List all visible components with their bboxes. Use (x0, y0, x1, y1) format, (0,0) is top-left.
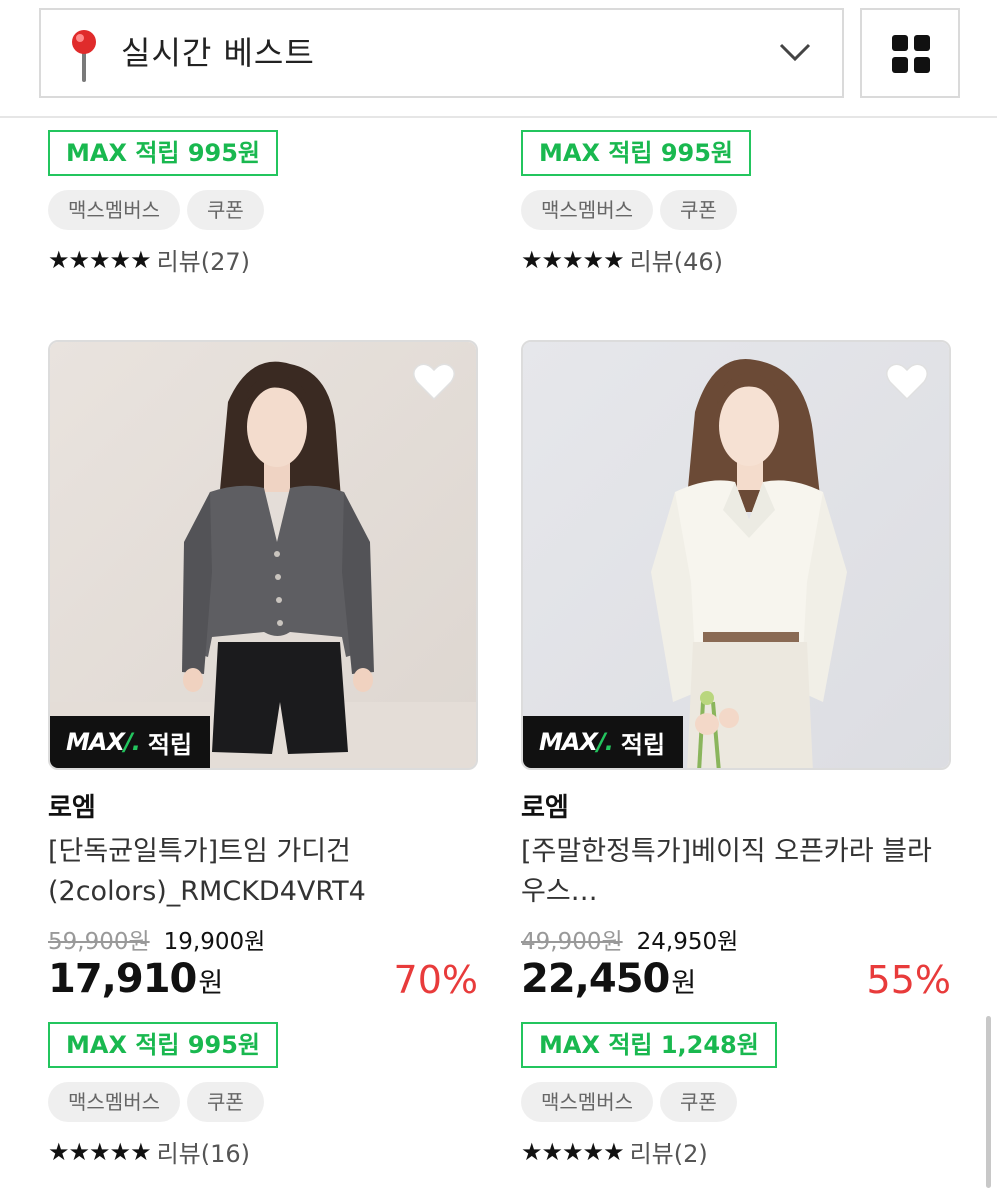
chip-coupon: 쿠폰 (187, 190, 264, 230)
star-rating-icon: ★★★★★ (521, 1137, 625, 1166)
benefit-chips: 맥스멤버스 쿠폰 (521, 1082, 951, 1122)
chip-max-members: 맥스멤버스 (521, 1082, 653, 1122)
price-row: 49,900원 24,950원 (521, 922, 951, 955)
product-card-partial-1[interactable]: MAX 적립 995원 맥스멤버스 쿠폰 ★★★★★ 리뷰(27) (48, 130, 478, 277)
brand-name[interactable]: 로엠 (48, 790, 478, 826)
final-price: 22,450원 (521, 956, 696, 1002)
price-row: 59,900원 19,900원 (48, 922, 478, 955)
max-tag-text: 적립 (620, 730, 666, 759)
brand-name[interactable]: 로엠 (521, 790, 951, 826)
final-price-row: 22,450원 55% (521, 956, 951, 1008)
original-price: 49,900원 (521, 929, 623, 955)
heart-icon[interactable] (412, 362, 456, 402)
benefit-chips: 맥스멤버스 쿠폰 (48, 190, 478, 230)
product-image[interactable]: MAX/. 적립 (48, 340, 478, 770)
top-bar: 실시간 베스트 (0, 0, 997, 118)
chip-coupon: 쿠폰 (660, 190, 737, 230)
chevron-down-icon (779, 43, 811, 62)
final-price: 17,910원 (48, 956, 223, 1002)
original-price: 59,900원 (48, 929, 150, 955)
max-points-tag: MAX/. 적립 (523, 716, 684, 768)
max-points-tag: MAX/. 적립 (50, 716, 211, 768)
discount-rate: 70% (393, 958, 478, 1002)
product-photo-blouse (523, 342, 949, 768)
chip-coupon: 쿠폰 (660, 1082, 737, 1122)
grid-view-button[interactable] (860, 8, 960, 98)
rating: ★★★★★ 리뷰(46) (521, 242, 951, 277)
star-rating-icon: ★★★★★ (48, 1137, 152, 1166)
rating: ★★★★★ 리뷰(27) (48, 242, 478, 277)
benefit-chips: 맥스멤버스 쿠폰 (521, 190, 951, 230)
max-points-badge: MAX 적립 995원 (521, 130, 752, 176)
max-logo: MAX/. (66, 728, 141, 756)
product-title[interactable]: [주말한정특가]베이직 오픈카라 블라우스… (521, 832, 951, 912)
chip-max-members: 맥스멤버스 (521, 190, 653, 230)
max-tag-text: 적립 (147, 730, 193, 759)
max-points-badge: MAX 적립 1,248원 (521, 1022, 777, 1068)
chip-coupon: 쿠폰 (187, 1082, 264, 1122)
chip-max-members: 맥스멤버스 (48, 190, 180, 230)
max-logo: MAX/. (539, 728, 614, 756)
category-dropdown[interactable]: 실시간 베스트 (39, 8, 844, 98)
grid-view-icon (892, 35, 930, 73)
product-card[interactable]: MAX/. 적립 로엠 [주말한정특가]베이직 오픈카라 블라우스… 49,90… (521, 340, 951, 1169)
heart-icon[interactable] (885, 362, 929, 402)
location-pin-icon (72, 30, 96, 82)
category-label: 실시간 베스트 (121, 34, 315, 72)
product-photo-cardigan (50, 342, 476, 768)
review-count: 리뷰(46) (629, 248, 724, 276)
sale-price: 24,950원 (636, 929, 739, 955)
max-points-badge: MAX 적립 995원 (48, 1022, 279, 1068)
product-card[interactable]: MAX/. 적립 로엠 [단독균일특가]트임 가디건(2colors)_RMCK… (48, 340, 478, 1169)
product-card-partial-2[interactable]: MAX 적립 995원 맥스멤버스 쿠폰 ★★★★★ 리뷰(46) (521, 130, 951, 277)
benefit-chips: 맥스멤버스 쿠폰 (48, 1082, 478, 1122)
max-points-badge: MAX 적립 995원 (48, 130, 279, 176)
scrollbar[interactable] (986, 1016, 991, 1188)
star-rating-icon: ★★★★★ (521, 245, 625, 274)
product-title[interactable]: [단독균일특가]트임 가디건(2colors)_RMCKD4VRT4 (48, 832, 478, 912)
sale-price: 19,900원 (163, 929, 266, 955)
rating: ★★★★★ 리뷰(16) (48, 1134, 478, 1169)
chip-max-members: 맥스멤버스 (48, 1082, 180, 1122)
product-image[interactable]: MAX/. 적립 (521, 340, 951, 770)
final-price-row: 17,910원 70% (48, 956, 478, 1008)
review-count: 리뷰(27) (156, 248, 251, 276)
rating: ★★★★★ 리뷰(2) (521, 1134, 951, 1169)
review-count: 리뷰(2) (629, 1140, 708, 1168)
discount-rate: 55% (866, 958, 951, 1002)
review-count: 리뷰(16) (156, 1140, 251, 1168)
star-rating-icon: ★★★★★ (48, 245, 152, 274)
